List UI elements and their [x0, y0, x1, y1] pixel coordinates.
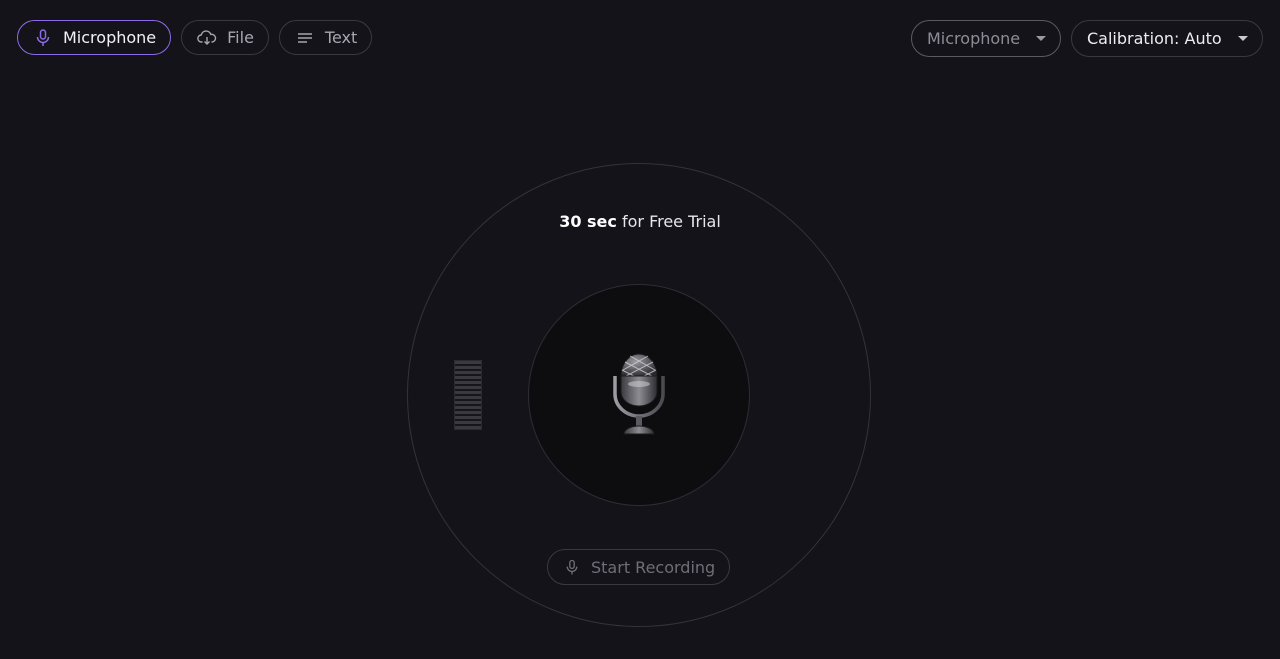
page: Microphone File Text Microphone Calibrat… — [0, 0, 1280, 659]
calibration-select[interactable]: Calibration: Auto — [1071, 20, 1263, 57]
input-level-meter — [454, 360, 482, 430]
text-lines-icon — [294, 27, 316, 49]
tab-label: Text — [324, 28, 358, 47]
microphone-icon — [32, 27, 54, 49]
calibration-value: Calibration: Auto — [1087, 29, 1222, 48]
microphone-icon — [562, 557, 582, 577]
mode-tabs: Microphone File Text — [17, 20, 373, 55]
trial-duration: 30 sec — [559, 212, 617, 231]
tab-label: Microphone — [63, 28, 157, 47]
start-recording-button[interactable]: Start Recording — [547, 549, 731, 585]
record-circle[interactable] — [528, 284, 750, 506]
start-recording-label: Start Recording — [591, 557, 716, 577]
toolbar-selects: Microphone Calibration: Auto — [911, 20, 1263, 57]
input-device-select[interactable]: Microphone — [911, 20, 1061, 57]
cloud-download-icon — [196, 27, 218, 49]
free-trial-notice: 30 sec for Free Trial — [0, 212, 1280, 231]
tab-microphone[interactable]: Microphone — [17, 20, 172, 55]
caret-down-icon — [1036, 36, 1046, 41]
studio-microphone-icon — [608, 346, 670, 444]
tab-file[interactable]: File — [181, 20, 269, 55]
trial-suffix: for Free Trial — [616, 212, 721, 231]
tab-text[interactable]: Text — [278, 20, 373, 55]
caret-down-icon — [1238, 36, 1248, 41]
tab-label: File — [227, 28, 254, 47]
input-device-value: Microphone — [927, 29, 1021, 48]
